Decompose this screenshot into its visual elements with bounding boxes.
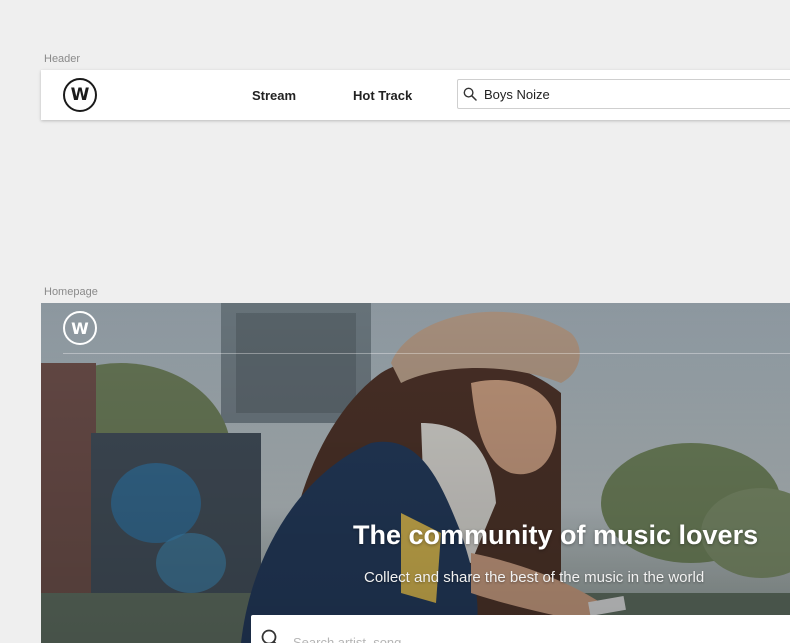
header-bar: W Stream Hot Track (41, 70, 790, 120)
hero-search-input[interactable] (293, 615, 773, 643)
homepage-hero: W The community of music lovers Collect … (41, 303, 790, 643)
header-search-box[interactable] (457, 79, 790, 109)
hero-photo (41, 303, 790, 643)
homepage-logo[interactable]: W (63, 311, 97, 345)
header-artboard-label: Header (44, 53, 81, 65)
header-search-input[interactable] (484, 80, 784, 108)
hero-subtitle: Collect and share the best of the music … (364, 569, 705, 586)
hero-search-box[interactable] (251, 615, 790, 643)
nav-stream[interactable]: Stream (252, 88, 296, 103)
search-icon (261, 629, 277, 643)
homepage-divider (63, 353, 790, 354)
search-icon (463, 87, 477, 101)
hero-title: The community of music lovers (353, 520, 759, 550)
homepage-artboard-label: Homepage (44, 286, 98, 298)
nav-hot-track[interactable]: Hot Track (353, 88, 412, 103)
logo-letter: W (70, 85, 90, 105)
logo[interactable]: W (63, 78, 97, 112)
homepage-logo-letter: W (71, 318, 89, 338)
